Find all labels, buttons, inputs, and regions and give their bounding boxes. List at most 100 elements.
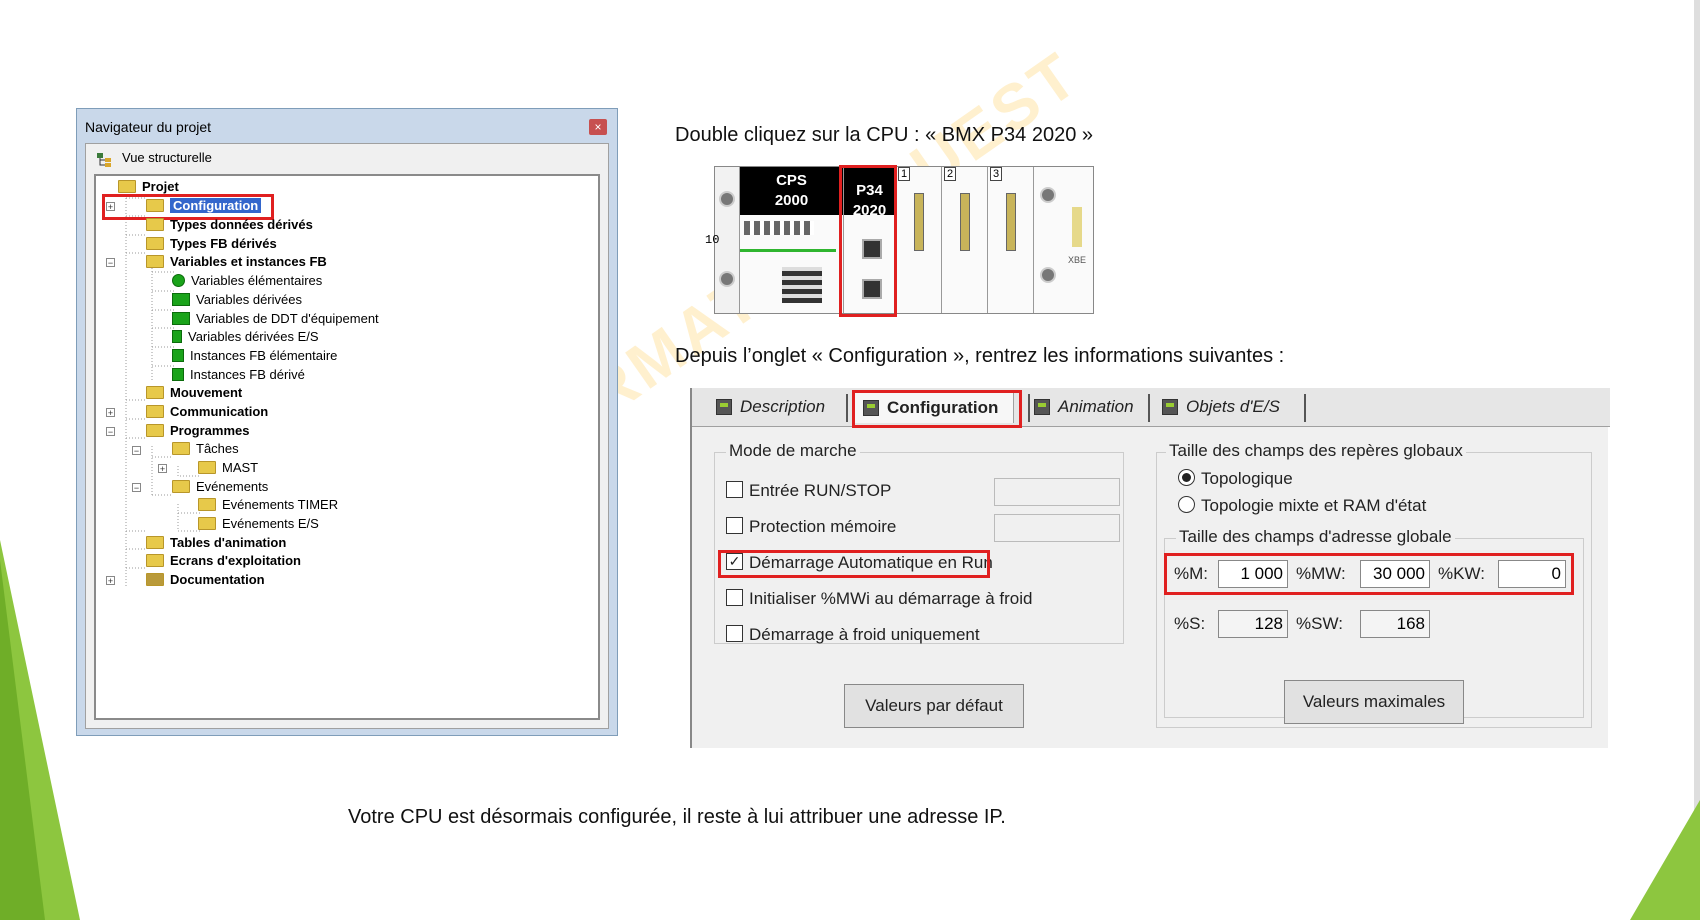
tree-node-types-fb[interactable]: Types FB dérivés [146, 235, 277, 253]
slot-rail [960, 193, 970, 251]
tree-node-communication[interactable]: Communication [146, 403, 268, 421]
slot-rail [1006, 193, 1016, 251]
folder-open-icon [118, 180, 136, 194]
collapse-icon[interactable]: − [106, 427, 115, 437]
screw-icon [1040, 187, 1056, 203]
tree-node-var-ddt[interactable]: Variables de DDT d'équipement [172, 310, 379, 328]
tree-node-evt-timer[interactable]: Evénements TIMER [198, 496, 338, 514]
tree-node-var-derivees[interactable]: Variables dérivées [172, 291, 302, 309]
module-cps-2000[interactable]: CPS 2000 [739, 167, 843, 313]
decor-triangle-left-dark [0, 560, 45, 920]
collapse-icon[interactable]: − [132, 483, 141, 493]
variable-icon [172, 293, 190, 307]
checkbox-demarrage-froid[interactable]: Démarrage à froid uniquement [726, 624, 980, 646]
folder-open-icon [172, 480, 190, 494]
expand-icon[interactable]: + [106, 408, 115, 418]
decor-triangle-right [1630, 800, 1700, 920]
sw-input[interactable]: 168 [1360, 610, 1430, 638]
folder-icon [198, 461, 216, 475]
slot-number: 3 [990, 167, 1002, 181]
folder-open-icon [146, 255, 164, 269]
max-values-button[interactable]: Valeurs maximales [1284, 680, 1464, 724]
slot-number: 2 [944, 167, 956, 181]
plc-rack: 10 CPS2000 0 P342020 1 2 3 XBE [705, 165, 1094, 317]
checkbox-box[interactable] [726, 589, 743, 607]
xbe-label: XBE [1068, 255, 1087, 265]
tree-node-documentation[interactable]: Documentation [146, 571, 265, 589]
screw-icon [719, 191, 735, 207]
cpu-config-panel: Description Configuration Animation Obje… [690, 388, 1610, 748]
instruction-configuration-tab: Depuis l’onglet « Configuration », rentr… [675, 345, 1285, 367]
run-stop-input [994, 478, 1120, 506]
folder-icon [198, 498, 216, 512]
tab-description[interactable]: Description [708, 392, 860, 422]
folder-icon [198, 517, 216, 531]
empty-slot-2[interactable]: 2 [941, 167, 987, 313]
protection-memoire-input [994, 514, 1120, 542]
screw-icon [719, 271, 735, 287]
tree-node-programmes[interactable]: Programmes [146, 422, 249, 440]
tab-separator [846, 394, 848, 422]
checkbox-initialiser-mwi[interactable]: Initialiser %MWi au démarrage à froid [726, 588, 1032, 610]
navigator-panel: Vue structurelle Projet + Configuration … [85, 143, 609, 729]
folder-icon [146, 218, 164, 232]
tree-node-mouvement[interactable]: Mouvement [146, 384, 242, 402]
checkbox-box[interactable] [726, 481, 743, 499]
checkbox-box[interactable] [726, 625, 743, 643]
empty-slot-1[interactable]: 1 [895, 167, 941, 313]
navigator-title: Navigateur du projet [85, 119, 212, 135]
close-icon[interactable]: × [589, 119, 607, 135]
tree-node-evt-es[interactable]: Evénements E/S [198, 515, 319, 533]
tab-icon [716, 399, 732, 415]
radio-selected[interactable] [1178, 469, 1195, 487]
tab-icon [1034, 399, 1050, 415]
slide-edge [1694, 0, 1700, 920]
tree-node-var-elementaires[interactable]: Variables élémentaires [172, 272, 322, 290]
checkbox-protection-memoire[interactable]: Protection mémoire [726, 516, 896, 538]
tree-node-variables-instances[interactable]: Variables et instances FB [146, 253, 327, 271]
sw-label: %SW: [1296, 614, 1343, 633]
collapse-icon[interactable]: − [132, 446, 141, 456]
terminal-strip [744, 221, 814, 235]
folder-open-icon [172, 442, 190, 456]
default-values-button[interactable]: Valeurs par défaut [844, 684, 1024, 728]
project-navigator-window: Navigateur du projet × Vue structurelle … [76, 108, 618, 736]
fb-instance-icon [172, 368, 184, 382]
empty-slot-3[interactable]: 3 [987, 167, 1033, 313]
tab-animation[interactable]: Animation [1026, 392, 1168, 422]
variable-icon [172, 330, 182, 344]
folder-icon [146, 237, 164, 251]
tree-node-ecrans[interactable]: Ecrans d'exploitation [146, 552, 301, 570]
tree-node-inst-fb-derive[interactable]: Instances FB dérivé [172, 366, 305, 384]
tree-node-tables-animation[interactable]: Tables d'animation [146, 534, 286, 552]
xbe-connector [1072, 207, 1082, 247]
tree-node-types-donnees[interactable]: Types données dérivés [146, 216, 313, 234]
rack-left-label: 10 [705, 233, 720, 247]
tab-bar: Description Configuration Animation Obje… [692, 388, 1610, 427]
checkbox-box[interactable] [726, 517, 743, 535]
instruction-double-click: Double cliquez sur la CPU : « BMX P34 20… [675, 124, 1093, 146]
documentation-icon [146, 573, 164, 587]
tree-node-var-derivees-es[interactable]: Variables dérivées E/S [172, 328, 319, 346]
tab-objets-es[interactable]: Objets d'E/S [1154, 392, 1306, 422]
expand-icon[interactable]: + [106, 576, 115, 586]
folder-icon [146, 554, 164, 568]
tree-node-inst-fb-elem[interactable]: Instances FB élémentaire [172, 347, 337, 365]
expand-icon[interactable]: + [158, 464, 167, 474]
s-input[interactable]: 128 [1218, 610, 1288, 638]
screw-icon [1040, 267, 1056, 283]
structure-view-label: Vue structurelle [122, 150, 212, 165]
tree-node-taches[interactable]: Tâches [172, 440, 239, 458]
global-markers-label: Taille des champs des repères globaux [1166, 441, 1466, 461]
checkbox-run-stop[interactable]: Entrée RUN/STOP [726, 480, 891, 502]
structure-view-icon [96, 152, 112, 167]
tree-node-evenements[interactable]: Evénements [172, 478, 268, 496]
cps-label: CPS 2000 [740, 167, 843, 215]
radio-topologie-mixte[interactable]: Topologie mixte et RAM d'état [1178, 495, 1426, 517]
power-line [740, 249, 836, 252]
collapse-icon[interactable]: − [106, 258, 115, 268]
radio-unselected[interactable] [1178, 496, 1195, 514]
project-tree: Projet + Configuration Types données dér… [94, 174, 600, 720]
tree-node-mast[interactable]: MAST [198, 459, 258, 477]
radio-topologique[interactable]: Topologique [1178, 468, 1293, 490]
